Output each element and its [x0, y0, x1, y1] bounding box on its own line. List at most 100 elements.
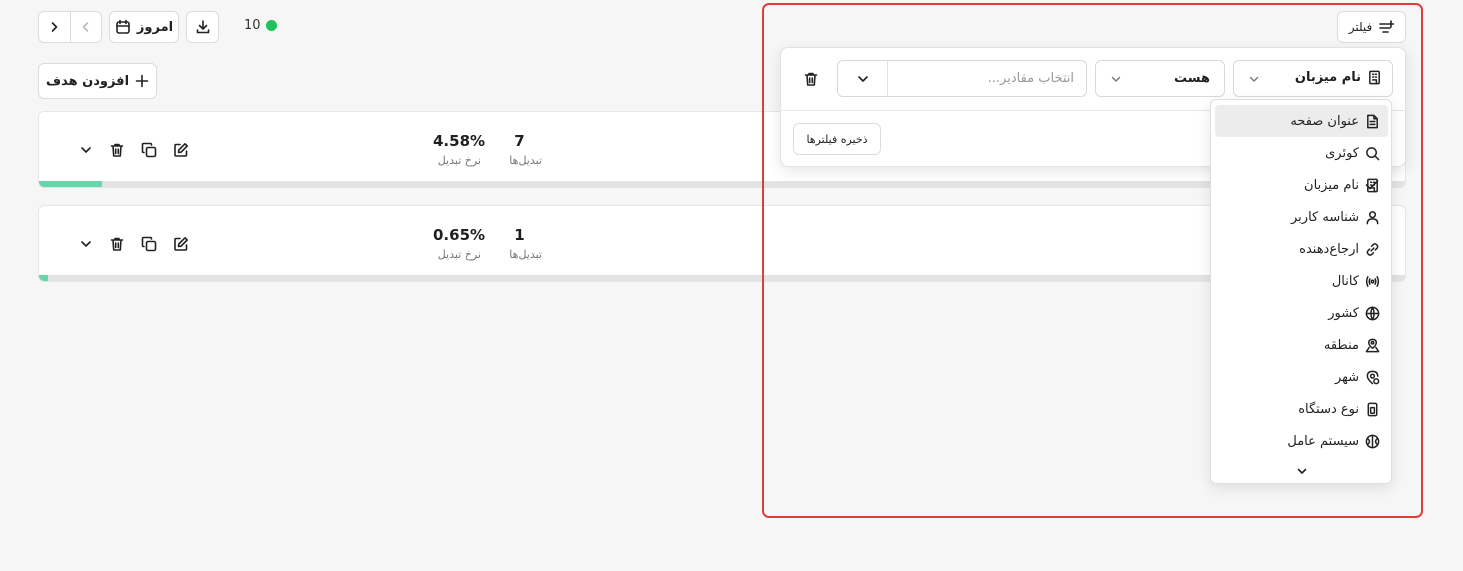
- menu-item-city[interactable]: شهر: [1215, 361, 1388, 393]
- chevron-down-icon: [81, 241, 91, 247]
- menu-item-label: شهر: [1334, 369, 1359, 385]
- menu-item-label: شناسه کاربر: [1291, 209, 1359, 225]
- menu-item-channel[interactable]: کانال: [1215, 265, 1388, 297]
- chevron-down-icon: [1249, 76, 1259, 82]
- menu-item-user-id[interactable]: شناسه کاربر: [1215, 201, 1388, 233]
- menu-item-label: کوئری: [1325, 145, 1359, 161]
- field-value: نام میزبان: [1294, 70, 1361, 85]
- check-icon: [1365, 180, 1379, 190]
- building-icon: [1369, 70, 1380, 85]
- map-pin-area-icon: [1365, 338, 1380, 352]
- menu-item-label: کشور: [1328, 305, 1359, 321]
- file-text-icon: [1367, 114, 1378, 128]
- menu-item-label: نام میزبان: [1304, 177, 1359, 193]
- delete-filter-button[interactable]: [801, 69, 821, 89]
- os-icon: [1365, 434, 1380, 448]
- menu-item-query[interactable]: کوئری: [1215, 137, 1388, 169]
- save-filters-label: ذخیره فیلترها: [806, 132, 868, 146]
- device-icon: [1367, 402, 1378, 416]
- trash-icon: [110, 143, 124, 157]
- menu-scroll-down-button[interactable]: [1294, 463, 1310, 479]
- broadcast-icon: [1365, 275, 1380, 287]
- chevron-down-icon: [1297, 468, 1307, 474]
- previous-period-button[interactable]: [71, 12, 102, 42]
- map-pin-icon: [1366, 370, 1380, 384]
- menu-item-page-title[interactable]: عنوان صفحه: [1215, 105, 1388, 137]
- copy-icon: [141, 142, 157, 158]
- conversion-progress-fill: [39, 181, 102, 187]
- trash-icon: [804, 72, 818, 86]
- menu-item-device-type[interactable]: نوع دستگاه: [1215, 393, 1388, 425]
- duplicate-goal-button[interactable]: [139, 234, 159, 254]
- date-range-label: امروز: [136, 19, 174, 35]
- duplicate-goal-button[interactable]: [139, 140, 159, 160]
- link-icon: [1366, 242, 1379, 256]
- conversion-rate-stat: 0.65% نرخ تبدیل: [433, 226, 485, 262]
- conversions-stat: 1 تبدیل‌ها: [497, 226, 542, 262]
- edit-goal-button[interactable]: [171, 234, 191, 254]
- conversions-label: تبدیل‌ها: [509, 154, 542, 167]
- filter-field-select[interactable]: نام میزبان: [1233, 60, 1393, 97]
- menu-item-os[interactable]: سیستم عامل: [1215, 425, 1388, 457]
- add-goal-button[interactable]: افزودن هدف: [38, 63, 157, 99]
- globe-icon: [1365, 306, 1380, 320]
- values-placeholder: انتخاب مقادیر...: [987, 71, 1074, 86]
- trash-icon: [110, 237, 124, 251]
- chevron-left-icon: [82, 22, 89, 32]
- edit-icon: [174, 143, 188, 157]
- menu-item-label: عنوان صفحه: [1290, 113, 1359, 129]
- chevron-right-icon: [51, 22, 58, 32]
- filter-add-icon: [1379, 20, 1395, 33]
- calendar-icon: [116, 19, 130, 34]
- download-icon: [196, 20, 209, 34]
- conversions-value: 1: [514, 226, 525, 244]
- goal-card: 0.65% نرخ تبدیل 1 تبدیل‌ها: [38, 205, 1406, 282]
- chevron-down-icon: [857, 75, 868, 82]
- expand-button[interactable]: [76, 234, 96, 254]
- edit-icon: [174, 237, 188, 251]
- operator-value: هست: [1173, 71, 1210, 86]
- menu-item-label: نوع دستگاه: [1298, 401, 1359, 417]
- menu-item-label: سیستم عامل: [1287, 433, 1359, 449]
- conversion-rate-stat: 4.58% نرخ تبدیل: [433, 132, 486, 168]
- menu-item-country[interactable]: کشور: [1215, 297, 1388, 329]
- filter-values-select[interactable]: انتخاب مقادیر...: [837, 60, 1087, 97]
- date-range-button[interactable]: امروز: [109, 11, 179, 43]
- download-button[interactable]: [186, 11, 219, 43]
- next-period-button[interactable]: [39, 12, 71, 42]
- menu-item-label: منطقه: [1323, 337, 1359, 353]
- menu-item-label: ارجاع‌دهنده: [1299, 241, 1359, 257]
- filter-field-menu: عنوان صفحه کوئری نام میزبان شناسه کاربر …: [1210, 99, 1392, 484]
- conversions-stat: 7 تبدیل‌ها: [497, 132, 542, 168]
- live-visitors: 10: [244, 18, 277, 33]
- menu-item-hostname[interactable]: نام میزبان: [1215, 169, 1388, 201]
- expand-button[interactable]: [76, 140, 96, 160]
- chevron-down-icon: [1111, 76, 1121, 82]
- live-status-dot: [265, 20, 277, 31]
- user-icon: [1366, 210, 1379, 224]
- date-nav: [38, 11, 102, 43]
- conversions-value: 7: [514, 132, 525, 150]
- save-filters-button[interactable]: ذخیره فیلترها: [793, 123, 881, 155]
- conversion-progress-bar: [39, 181, 1405, 187]
- values-dropdown-toggle[interactable]: [838, 61, 888, 96]
- add-goal-label: افزودن هدف: [45, 73, 130, 89]
- edit-goal-button[interactable]: [171, 140, 191, 160]
- delete-goal-button[interactable]: [107, 234, 127, 254]
- copy-icon: [141, 236, 157, 252]
- filter-label: فیلتر: [1348, 20, 1373, 34]
- conversion-progress-fill: [39, 275, 48, 281]
- filter-operator-select[interactable]: هست: [1095, 60, 1225, 97]
- menu-item-referrer[interactable]: ارجاع‌دهنده: [1215, 233, 1388, 265]
- conversions-label: تبدیل‌ها: [509, 248, 542, 261]
- field-value-wrap: نام میزبان: [1295, 70, 1382, 85]
- conversion-rate-value: 4.58%: [433, 132, 486, 150]
- menu-item-label: کانال: [1331, 273, 1359, 289]
- plus-icon: [135, 74, 149, 88]
- live-visitors-count: 10: [244, 18, 261, 33]
- delete-goal-button[interactable]: [107, 140, 127, 160]
- filter-button[interactable]: فیلتر: [1337, 11, 1406, 43]
- menu-item-region[interactable]: منطقه: [1215, 329, 1388, 361]
- conversion-rate-label: نرخ تبدیل: [437, 248, 481, 261]
- conversion-rate-label: نرخ تبدیل: [437, 154, 481, 167]
